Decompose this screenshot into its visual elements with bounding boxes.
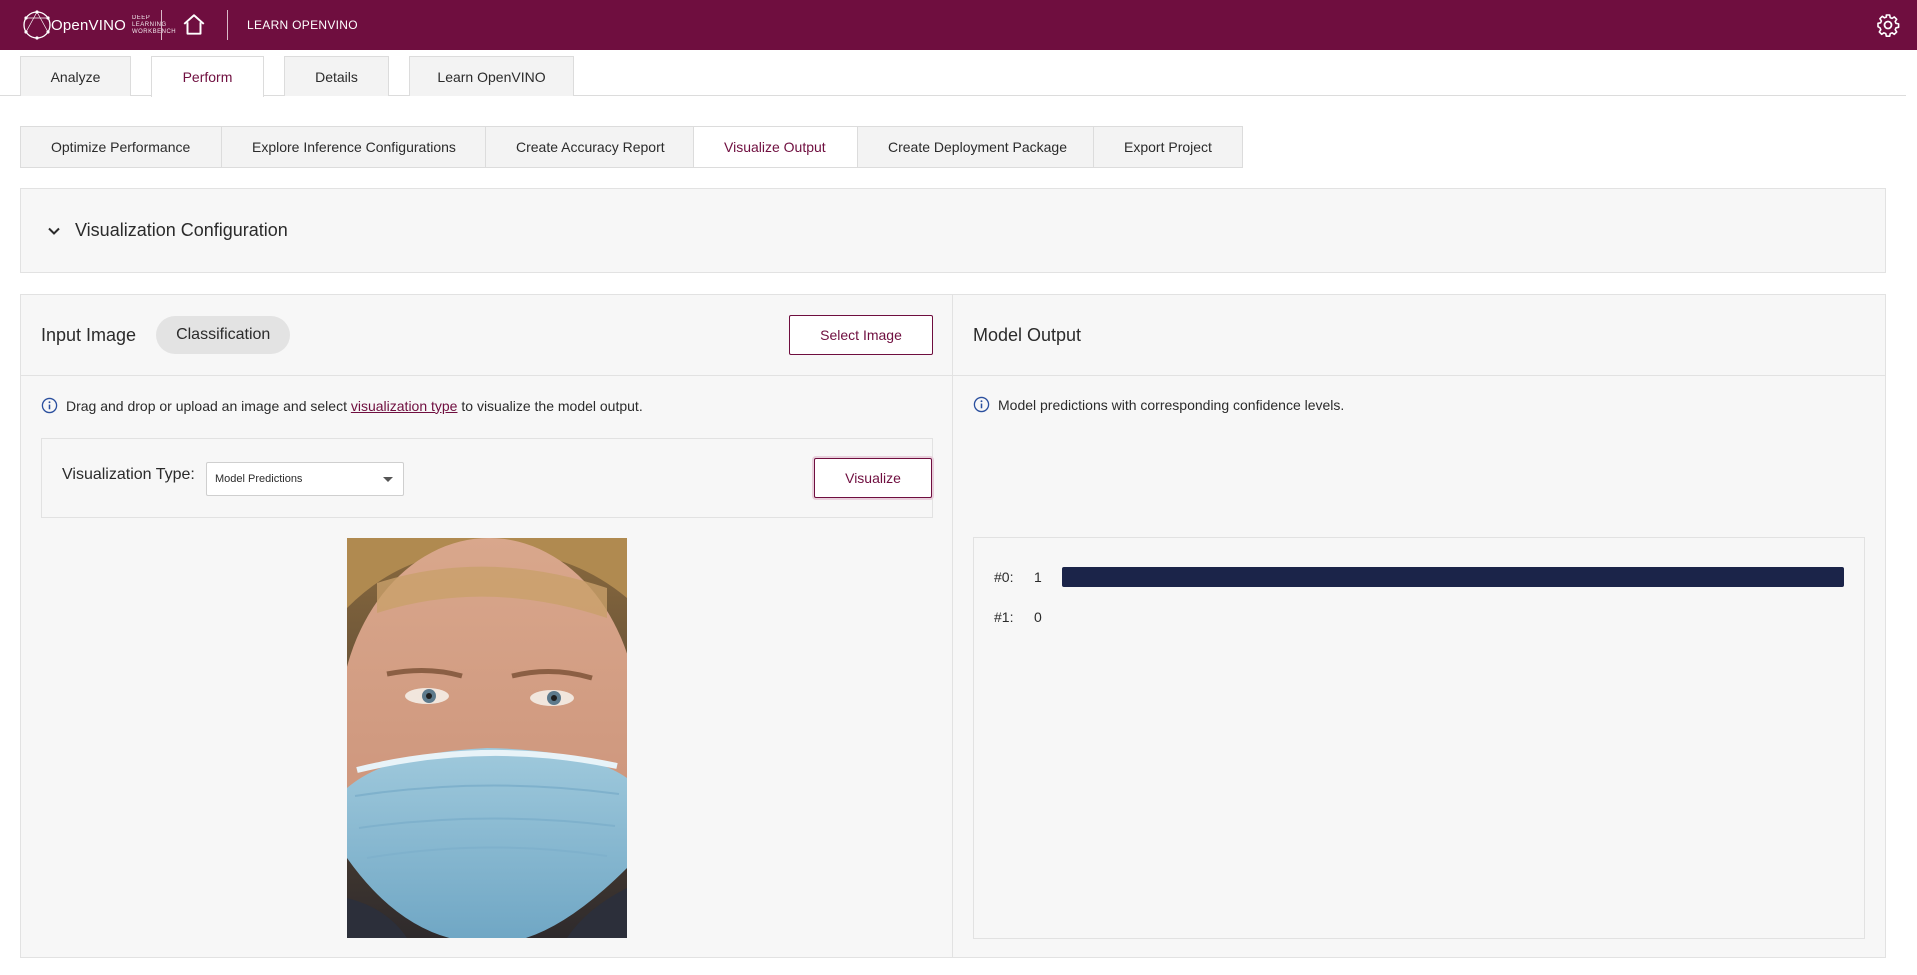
tab-learn-openvino[interactable]: Learn OpenVINO (409, 56, 574, 96)
gear-icon[interactable] (1876, 13, 1900, 37)
visualization-type-link[interactable]: visualization type (351, 398, 458, 414)
tab-perform[interactable]: Perform (151, 56, 264, 97)
logo-wordmark: OpenVINO (51, 16, 126, 34)
prediction-value: 1 (1034, 569, 1042, 585)
confidence-bar-track (1062, 567, 1844, 587)
prediction-row: #0: 1 (994, 567, 1844, 587)
prediction-row: #1: 0 (994, 607, 1844, 627)
output-info-row: Model predictions with corresponding con… (973, 396, 1344, 413)
top-bar: OpenVINO DEEP LEARNING WORKBENCH LEARN O… (0, 0, 1917, 50)
info-icon (41, 397, 58, 414)
visualization-type-value: Model Predictions (215, 473, 303, 485)
chevron-down-icon (48, 227, 60, 235)
main-tabs: Analyze Perform Details Learn OpenVINO (0, 50, 1906, 97)
input-image-title: Input Image (41, 324, 137, 345)
visualization-configuration-title: Visualization Configuration (75, 220, 288, 240)
input-info-text-suffix: to visualize the model output. (461, 397, 643, 414)
input-info-text-prefix: Drag and drop or upload an image and sel… (66, 397, 347, 414)
confidence-bar (1062, 567, 1844, 587)
prediction-index: #0: (994, 569, 1014, 585)
tab-optimize-performance[interactable]: Optimize Performance (21, 127, 222, 167)
home-icon[interactable] (181, 12, 207, 38)
openvino-logo[interactable]: OpenVINO DEEP LEARNING WORKBENCH (20, 7, 184, 43)
tab-export-project[interactable]: Export Project (1094, 127, 1242, 167)
topbar-divider (161, 10, 162, 40)
logo-subtitle: DEEP LEARNING WORKBENCH (131, 14, 177, 35)
confidence-bar-track (1062, 607, 1844, 627)
tab-visualize-output[interactable]: Visualize Output (694, 127, 858, 167)
visualization-configuration-panel[interactable]: Visualization Configuration (20, 188, 1886, 273)
tab-explore-inference-configurations[interactable]: Explore Inference Configurations (222, 127, 486, 167)
output-info-text: Model predictions with corresponding con… (998, 396, 1345, 413)
visualize-button[interactable]: Visualize (814, 458, 932, 498)
input-info-row: Drag and drop or upload an image and sel… (41, 397, 643, 414)
tab-create-accuracy-report[interactable]: Create Accuracy Report (486, 127, 694, 167)
model-output-header: Model Output (953, 295, 1885, 376)
prediction-index: #1: (994, 609, 1014, 625)
visualization-type-box: Visualization Type: Model Predictions Vi… (41, 438, 933, 518)
tab-analyze[interactable]: Analyze (20, 56, 131, 96)
select-image-button[interactable]: Select Image (789, 315, 933, 355)
perform-sub-tabs: Optimize Performance Explore Inference C… (20, 126, 1243, 168)
topbar-divider (227, 10, 228, 40)
tab-create-deployment-package[interactable]: Create Deployment Package (858, 127, 1094, 167)
tab-details[interactable]: Details (284, 56, 389, 96)
input-image-picture (347, 538, 627, 938)
openvino-logo-icon (23, 10, 51, 40)
input-image-header: Input Image Classification Select Image (21, 295, 952, 376)
prediction-value: 0 (1034, 609, 1042, 625)
model-output-panel: Model Output Model predictions with corr… (952, 294, 1886, 958)
input-image-panel: Input Image Classification Select Image … (20, 294, 953, 958)
info-icon (973, 396, 990, 413)
task-type-chip: Classification (156, 316, 291, 354)
model-output-title: Model Output (973, 324, 1082, 345)
predictions-box: #0: 1 #1: 0 (973, 537, 1865, 939)
visualization-type-label: Visualization Type: (62, 466, 195, 483)
visualization-type-select[interactable]: Model Predictions (206, 462, 404, 496)
input-image (347, 538, 627, 938)
learn-openvino-link[interactable]: LEARN OPENVINO (247, 18, 358, 32)
caret-down-icon (383, 477, 393, 482)
